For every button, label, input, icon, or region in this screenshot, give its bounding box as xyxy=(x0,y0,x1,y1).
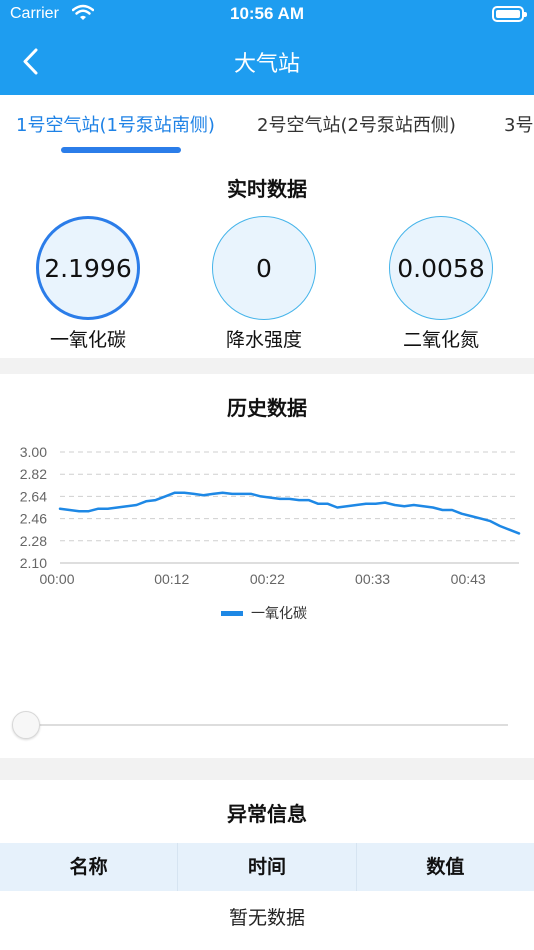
data-point xyxy=(116,506,119,509)
data-point xyxy=(183,491,186,494)
data-point xyxy=(212,493,214,495)
data-point xyxy=(460,512,463,515)
x-tick-label: 00:22 xyxy=(250,571,285,587)
y-tick-label: 2.10 xyxy=(20,555,47,571)
data-point xyxy=(193,493,195,495)
data-point xyxy=(259,495,262,498)
data-point xyxy=(489,520,492,522)
data-point xyxy=(240,493,243,495)
data-point xyxy=(441,509,444,511)
data-point xyxy=(231,493,234,495)
data-point xyxy=(508,528,511,531)
data-point xyxy=(403,505,406,508)
y-tick-label: 2.28 xyxy=(20,533,47,549)
column-time: 时间 xyxy=(178,843,357,891)
time-slider-track[interactable] xyxy=(24,724,508,726)
data-point xyxy=(346,505,348,508)
data-point xyxy=(518,532,520,535)
column-name: 名称 xyxy=(0,843,179,891)
data-point xyxy=(68,509,71,511)
data-point xyxy=(374,502,377,505)
x-tick-label: 00:33 xyxy=(355,571,390,587)
legend-swatch xyxy=(221,610,243,616)
y-tick-label: 2.46 xyxy=(20,511,47,527)
data-point xyxy=(470,515,473,517)
data-point xyxy=(59,507,61,510)
empty-state-text: 暂无数据 xyxy=(228,907,305,929)
y-tick-label: 3.00 xyxy=(20,444,47,460)
data-point xyxy=(288,498,291,500)
data-point xyxy=(145,500,148,503)
data-point xyxy=(336,506,339,509)
data-point xyxy=(106,507,109,510)
time-slider-thumb[interactable] xyxy=(12,711,40,739)
data-point xyxy=(365,502,367,505)
data-point xyxy=(269,496,272,499)
data-point xyxy=(326,502,329,505)
data-point xyxy=(393,504,396,506)
data-point xyxy=(173,491,176,494)
abnormal-title: 异常信息 xyxy=(227,802,307,826)
legend-label: 一氧化碳 xyxy=(251,606,307,622)
data-point xyxy=(479,517,482,520)
data-point xyxy=(298,499,300,501)
abnormal-table-header: 名称 时间 数值 xyxy=(0,843,534,891)
data-point xyxy=(154,499,157,501)
data-point xyxy=(250,493,253,495)
history-line-chart: 3.00 2.82 2.64 2.46 2.28 2.1000:00 00:12 00:22 0… xyxy=(20,444,521,587)
column-value: 数值 xyxy=(426,856,465,878)
data-point xyxy=(499,525,501,527)
data-point xyxy=(202,494,205,497)
data-point xyxy=(317,502,320,505)
data-point xyxy=(221,491,224,494)
data-point xyxy=(78,510,80,513)
x-tick-label: 00:43 xyxy=(451,571,486,587)
y-tick-label: 2.64 xyxy=(20,488,47,504)
chart-legend[interactable]: 一氧化碳 xyxy=(221,603,307,623)
data-point xyxy=(87,510,90,513)
data-point xyxy=(279,498,281,500)
data-point xyxy=(135,504,138,506)
data-point xyxy=(384,501,386,504)
data-point xyxy=(126,505,128,508)
x-tick-label: 00:00 xyxy=(39,571,74,587)
data-point xyxy=(432,506,434,509)
data-point xyxy=(307,499,310,501)
data-point xyxy=(451,509,453,511)
y-tick-label: 2.82 xyxy=(20,466,47,482)
data-point xyxy=(355,504,358,506)
data-point xyxy=(97,507,100,510)
x-tick-label: 00:12 xyxy=(154,571,189,587)
data-point xyxy=(412,504,415,506)
data-point xyxy=(164,495,167,498)
data-point xyxy=(422,505,425,508)
